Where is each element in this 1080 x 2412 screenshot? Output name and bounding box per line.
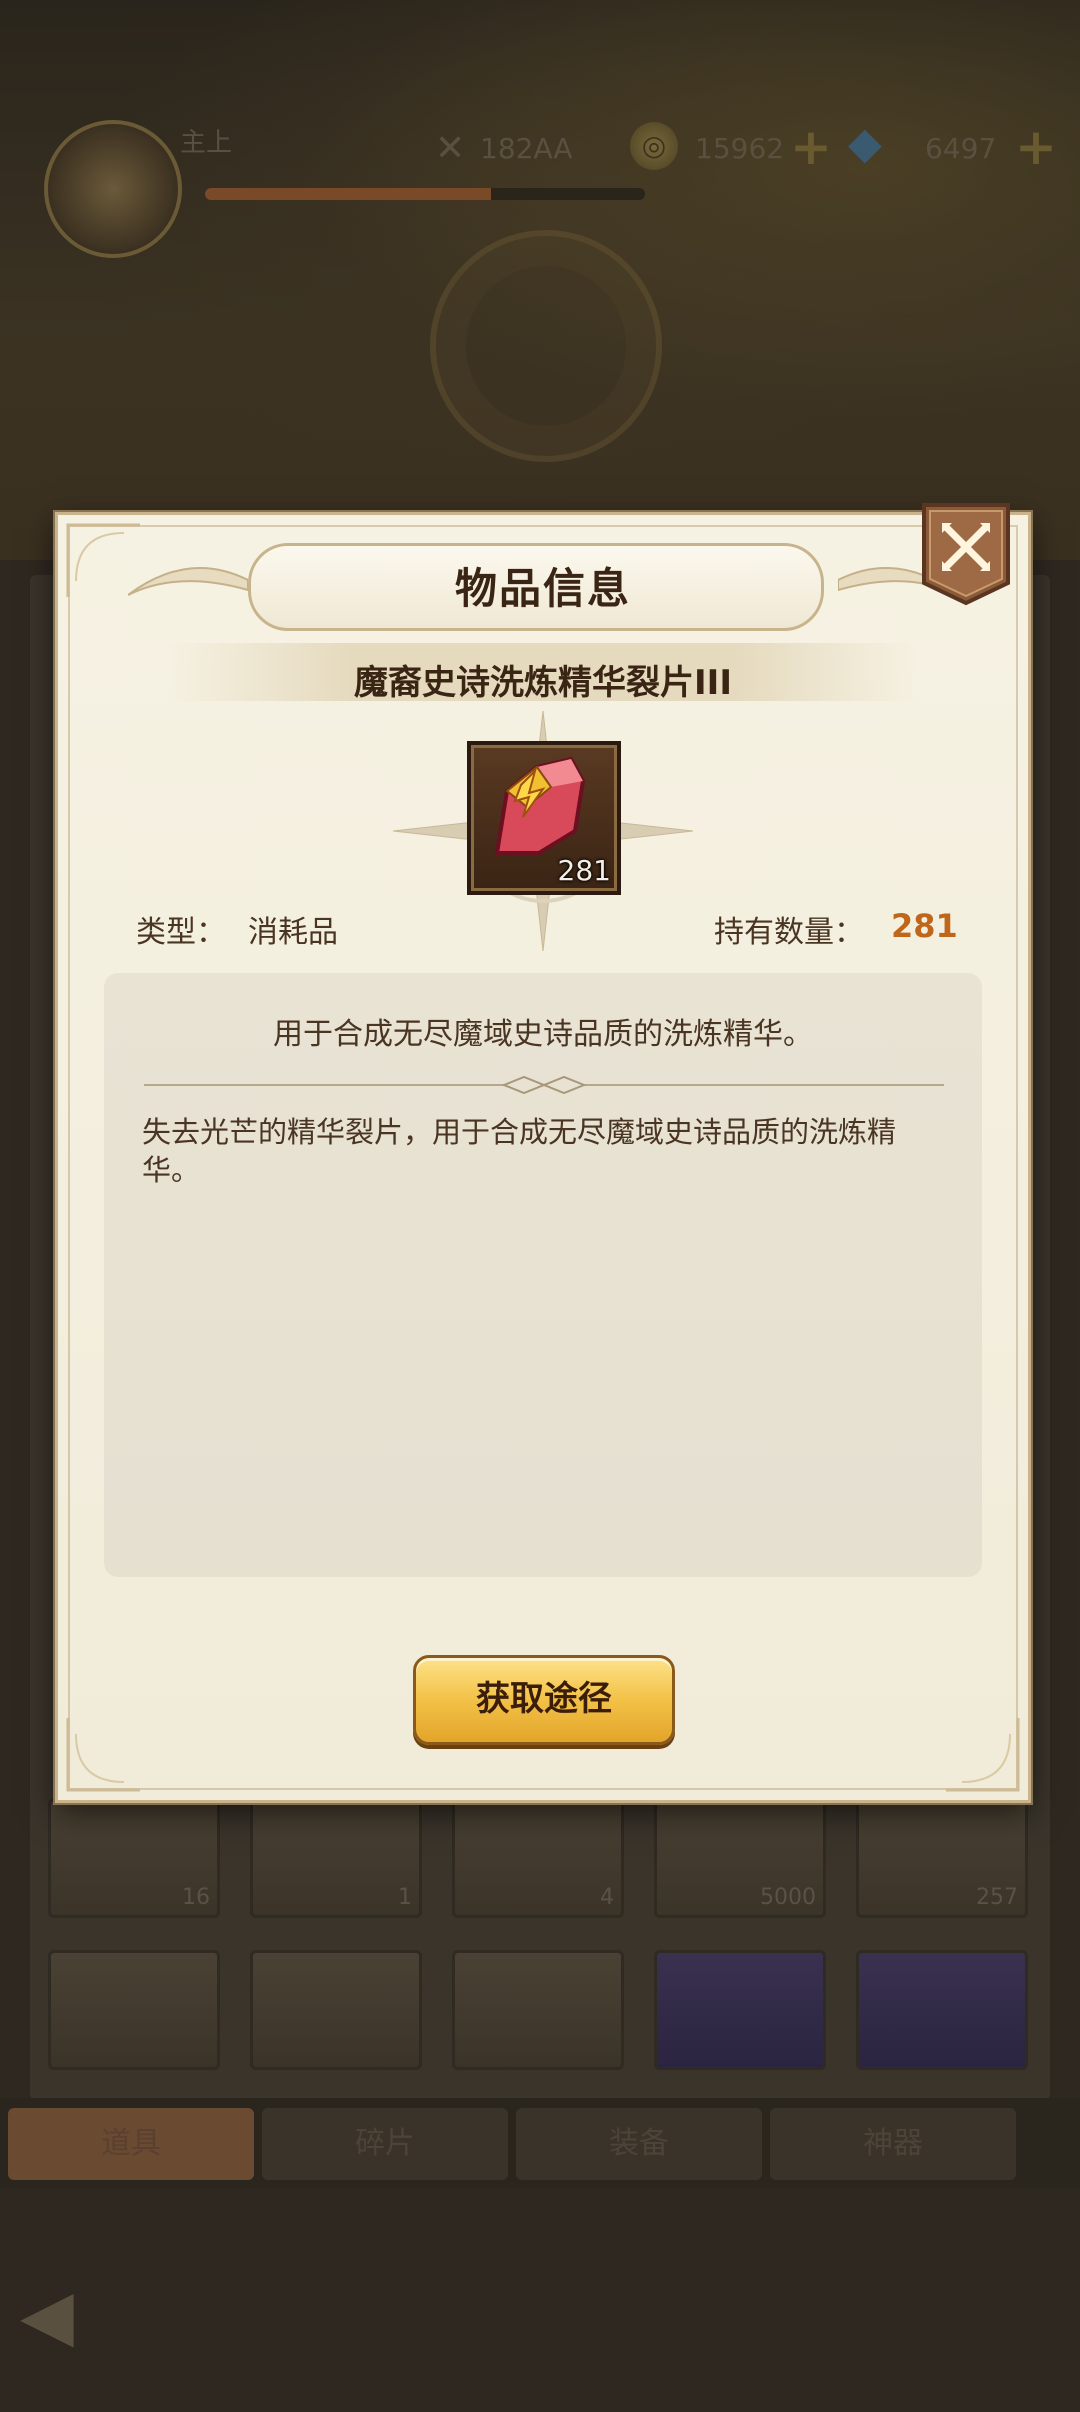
item-info-dialog: 物品信息 魔裔史诗洗炼精华裂片III 281 类型： 消耗品 持有数量： 281… — [55, 503, 1031, 1803]
description-panel: 用于合成无尽魔域史诗品质的洗炼精华。 失去光芒的精华裂片，用于合成无尽魔域史诗品… — [104, 973, 982, 1577]
corner-ornament-icon — [66, 1718, 140, 1792]
item-description: 失去光芒的精华裂片，用于合成无尽魔域史诗品质的洗炼精华。 — [142, 1115, 897, 1187]
owned-count-label: 持有数量： — [714, 915, 864, 950]
item-icon-slot[interactable]: 281 — [467, 741, 621, 895]
ornament-divider-icon — [144, 1075, 944, 1095]
acquire-source-button[interactable]: 获取途径 — [413, 1655, 675, 1745]
close-icon — [922, 503, 1010, 606]
item-icon-count: 281 — [557, 854, 611, 887]
item-summary: 用于合成无尽魔域史诗品质的洗炼精华。 — [273, 1017, 813, 1052]
owned-count-value: 281 — [891, 907, 958, 945]
close-button[interactable] — [920, 501, 1012, 607]
corner-ornament-icon — [946, 1718, 1020, 1792]
item-name: 魔裔史诗洗炼精华裂片III — [354, 663, 732, 703]
item-type-label: 类型： — [136, 915, 226, 950]
dialog-title: 物品信息 — [454, 564, 631, 613]
item-type-value: 消耗品 — [248, 915, 338, 950]
